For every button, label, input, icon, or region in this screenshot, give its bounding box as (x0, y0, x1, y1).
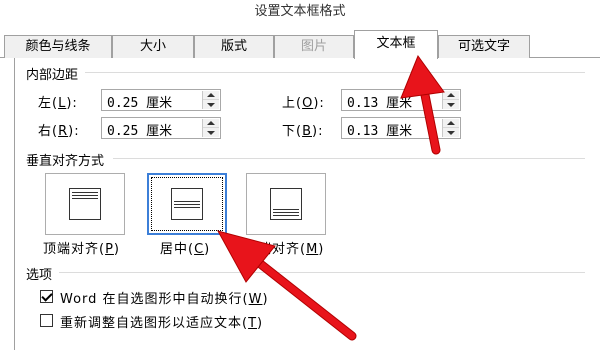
triangle-down-icon[interactable] (443, 128, 459, 137)
triangle-down-icon[interactable] (443, 100, 459, 109)
triangle-up-icon[interactable] (203, 119, 219, 128)
bottom-margin-label: 下(B): (282, 124, 324, 139)
left-margin-value[interactable]: 0.25 厘米 (107, 92, 172, 111)
valign-top-label: 顶端对齐(P) (43, 242, 120, 257)
triangle-up-icon[interactable] (443, 119, 459, 128)
top-margin-label: 上(O): (282, 96, 325, 111)
bottom-margin-spinner[interactable]: 0.13 厘米 (341, 117, 461, 139)
triangle-up-icon[interactable] (203, 91, 219, 100)
tab-textbox[interactable]: 文本框 (354, 30, 438, 59)
valign-bottom-button[interactable] (246, 173, 326, 235)
textbox-panel: 内部边距 左(L): 0.25 厘米 右(R): 0.25 厘米 上(O): 0… (14, 58, 600, 350)
align-bottom-icon (270, 188, 302, 220)
triangle-up-icon[interactable] (443, 91, 459, 100)
options-divider (59, 272, 585, 273)
dialog-title: 设置文本框格式 (0, 0, 600, 26)
margins-divider (85, 72, 585, 73)
tab-strip: 颜色与线条 大小 版式 图片 文本框 可选文字 (0, 26, 600, 59)
align-top-icon (69, 188, 101, 220)
valign-divider (113, 158, 585, 159)
valign-top-button[interactable] (45, 173, 125, 235)
word-wrap-label[interactable]: Word 在自选图形中自动换行(W) (60, 288, 269, 307)
align-center-icon (171, 188, 203, 220)
left-margin-label: 左(L): (38, 96, 78, 111)
tab-colors-lines[interactable]: 颜色与线条 (4, 35, 112, 58)
right-margin-label: 右(R): (38, 124, 80, 139)
valign-bottom-label: 底端对齐(M) (244, 242, 325, 257)
top-margin-value[interactable]: 0.13 厘米 (347, 92, 412, 111)
options-section-title: 选项 (26, 264, 57, 283)
right-margin-spinner[interactable]: 0.25 厘米 (101, 117, 221, 139)
resize-shape-label[interactable]: 重新调整自选图形以适应文本(T) (60, 312, 263, 331)
triangle-down-icon[interactable] (203, 100, 219, 109)
top-margin-spinner[interactable]: 0.13 厘米 (341, 89, 461, 111)
resize-shape-checkbox[interactable] (40, 314, 53, 327)
triangle-down-icon[interactable] (203, 128, 219, 137)
left-margin-spinner[interactable]: 0.25 厘米 (101, 89, 221, 111)
word-wrap-checkbox[interactable] (40, 290, 53, 303)
tab-picture: 图片 (274, 35, 354, 58)
right-margin-value[interactable]: 0.25 厘米 (107, 120, 172, 139)
valign-center-button[interactable] (147, 173, 227, 235)
bottom-margin-value[interactable]: 0.13 厘米 (347, 120, 412, 139)
tab-alt-text[interactable]: 可选文字 (438, 35, 530, 58)
tab-layout[interactable]: 版式 (194, 35, 274, 58)
margins-section-title: 内部边距 (26, 64, 83, 83)
valign-center-label: 居中(C) (160, 242, 211, 257)
valign-section-title: 垂直对齐方式 (26, 150, 109, 169)
tab-size[interactable]: 大小 (112, 35, 194, 58)
